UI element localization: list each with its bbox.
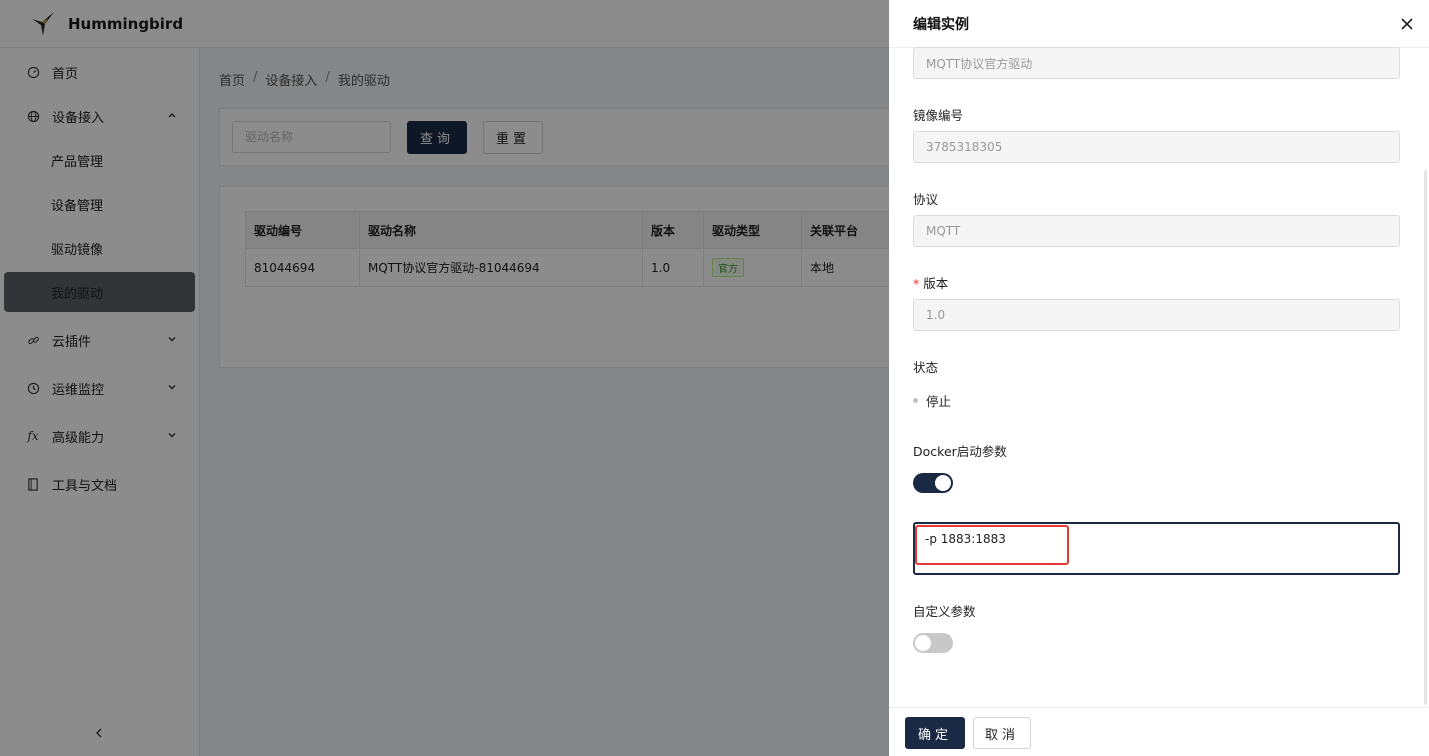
close-icon[interactable]	[1399, 16, 1415, 32]
status-indicator: 停止	[913, 391, 951, 410]
edit-instance-drawer: 编辑实例 镜像编号 协议 *版本 状态 停止 Docker启动参数 -p 188…	[889, 0, 1429, 756]
custom-params-toggle[interactable]	[913, 633, 953, 653]
cancel-button[interactable]: 取消	[973, 717, 1031, 749]
version-field	[913, 299, 1400, 331]
toggle-knob	[935, 475, 951, 491]
docker-params-label: Docker启动参数	[913, 444, 1007, 459]
docker-params-textarea[interactable]: -p 1883:1883	[913, 522, 1400, 575]
docker-params-toggle[interactable]	[913, 473, 953, 493]
protocol-label: 协议	[913, 192, 939, 207]
driver-name-field	[913, 47, 1400, 79]
toggle-knob	[915, 635, 931, 651]
status-value: 停止	[926, 394, 952, 409]
custom-params-label: 自定义参数	[913, 604, 976, 619]
drawer-footer: 确定 取消	[889, 707, 1429, 756]
image-id-label: 镜像编号	[913, 108, 964, 123]
protocol-field	[913, 215, 1400, 247]
status-label: 状态	[913, 360, 939, 375]
image-id-field	[913, 131, 1400, 163]
modal-mask[interactable]	[0, 0, 889, 756]
version-label: * 版本	[913, 273, 948, 292]
required-mark: *	[913, 276, 920, 291]
drawer-header: 编辑实例	[889, 0, 1429, 48]
status-dot-icon	[913, 398, 918, 403]
confirm-button[interactable]: 确定	[905, 717, 965, 749]
drawer-scrollbar[interactable]	[1424, 170, 1427, 705]
version-label-text: 版本	[923, 276, 949, 291]
drawer-title: 编辑实例	[913, 17, 969, 33]
